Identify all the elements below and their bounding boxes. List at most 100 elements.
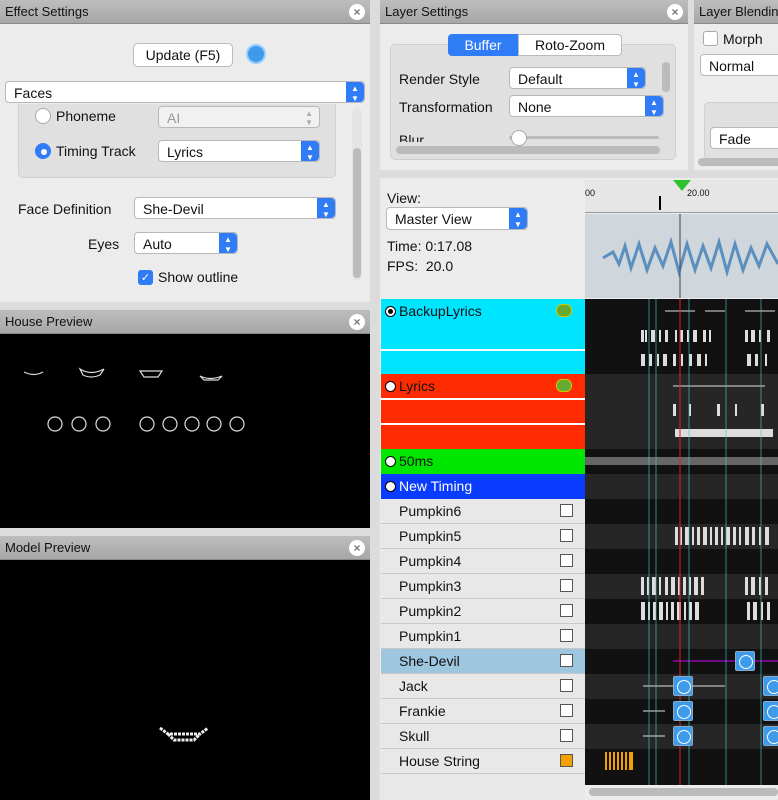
face-definition-select[interactable]: She-Devil ▲ ▼ <box>134 197 336 219</box>
close-icon[interactable]: × <box>349 540 365 556</box>
waveform-drawing <box>602 214 778 298</box>
model-row-label: Frankie <box>399 703 446 719</box>
effect-settings-title: Effect Settings <box>0 0 370 24</box>
show-outline-label: Show outline <box>158 269 239 285</box>
frog-icon <box>556 304 572 317</box>
horizontal-scrollbar[interactable] <box>698 158 778 166</box>
timing-radio[interactable] <box>385 456 396 467</box>
layer-settings-panel: Layer Settings × Buffer Roto-Zoom Render… <box>380 0 688 170</box>
model-checkbox[interactable] <box>560 679 573 692</box>
model-row-label: She-Devil <box>399 653 460 669</box>
effect-grid[interactable] <box>585 299 778 785</box>
model-checkbox[interactable] <box>560 529 573 542</box>
transformation-select[interactable]: None ▲ ▼ <box>509 95 664 117</box>
model-checkbox[interactable] <box>560 604 573 617</box>
model-checkbox[interactable] <box>560 754 573 767</box>
timing-radio[interactable] <box>385 306 396 317</box>
face-effect-icon[interactable] <box>763 676 778 696</box>
waveform[interactable] <box>585 214 778 298</box>
face-icon[interactable] <box>246 44 266 64</box>
model-row-selected[interactable]: She-Devil <box>381 649 585 674</box>
vertical-scrollbar[interactable] <box>352 108 362 280</box>
house-preview-canvas[interactable] <box>0 334 370 528</box>
horizontal-scrollbar[interactable] <box>585 785 778 800</box>
fade-value: Fade <box>719 131 751 147</box>
model-checkbox[interactable] <box>560 554 573 567</box>
model-checkbox[interactable] <box>560 654 573 667</box>
model-checkbox[interactable] <box>560 729 573 742</box>
face-effect-icon[interactable] <box>673 676 693 696</box>
blend-mode-value: Normal <box>709 58 755 74</box>
play-marker-icon[interactable] <box>673 180 691 191</box>
timing-radio[interactable] <box>385 381 396 392</box>
render-style-select[interactable]: Default ▲ ▼ <box>509 67 646 89</box>
model-preview-canvas[interactable] <box>0 560 370 800</box>
scrollbar-thumb[interactable] <box>589 788 778 796</box>
face-effect-icon[interactable] <box>763 726 778 746</box>
show-outline-checkbox[interactable]: ✓ <box>138 270 153 285</box>
effect-type-select[interactable]: Faces ▲ ▼ <box>5 81 365 103</box>
model-checkbox[interactable] <box>560 629 573 642</box>
blur-slider[interactable] <box>509 136 659 139</box>
effect-settings-panel: Effect Settings × Update (F5) Faces ▲ ▼ P… <box>0 0 370 302</box>
morph-checkbox[interactable] <box>703 31 718 46</box>
model-checkbox[interactable] <box>560 579 573 592</box>
morph-label: Morph <box>723 31 763 47</box>
close-icon[interactable]: × <box>349 4 365 20</box>
phoneme-radio[interactable] <box>35 108 51 124</box>
effect-type-value: Faces <box>14 85 53 101</box>
model-row-label: Pumpkin4 <box>399 553 462 569</box>
face-effect-icon[interactable] <box>673 726 693 746</box>
vertical-scrollbar[interactable] <box>662 62 670 92</box>
tab-roto-zoom[interactable]: Roto-Zoom <box>518 34 622 56</box>
view-select[interactable]: Master View ▲ ▼ <box>386 207 528 230</box>
timing-row-lyrics[interactable]: Lyrics <box>381 374 585 449</box>
model-checkbox[interactable] <box>560 704 573 717</box>
model-row[interactable]: House String <box>381 749 585 774</box>
scrollbar-thumb[interactable] <box>353 148 361 278</box>
blur-label: Blur <box>399 132 424 142</box>
chevron-updown-icon: ▲ ▼ <box>301 141 319 161</box>
update-button[interactable]: Update (F5) <box>133 43 233 67</box>
model-row[interactable]: Pumpkin6 <box>381 499 585 524</box>
timing-track-radio[interactable] <box>35 143 51 159</box>
model-row[interactable]: Skull <box>381 724 585 749</box>
model-row-label: Pumpkin5 <box>399 528 462 544</box>
timing-row-50ms[interactable]: 50ms <box>381 449 585 474</box>
model-row[interactable]: Pumpkin4 <box>381 549 585 574</box>
model-preview-panel: Model Preview × <box>0 536 370 800</box>
timeline-ruler[interactable]: 00 20.00 <box>585 180 778 213</box>
horizontal-scrollbar[interactable] <box>396 146 660 154</box>
frog-icon <box>556 379 572 392</box>
fade-select[interactable]: Fade <box>710 127 778 149</box>
face-effect-icon[interactable] <box>673 701 693 721</box>
face-definition-label: Face Definition <box>18 201 112 217</box>
timing-row-new-timing[interactable]: New Timing <box>381 474 585 499</box>
model-checkbox[interactable] <box>560 504 573 517</box>
model-row[interactable]: Pumpkin1 <box>381 624 585 649</box>
house-preview-drawing <box>23 367 245 432</box>
timing-row-backuplyrics[interactable]: BackupLyrics <box>381 299 585 374</box>
model-row[interactable]: Pumpkin3 <box>381 574 585 599</box>
timing-track-select[interactable]: Lyrics ▲ ▼ <box>158 140 320 162</box>
face-definition-value: She-Devil <box>143 201 204 217</box>
blur-slider-thumb[interactable] <box>511 130 527 146</box>
blend-mode-select[interactable]: Normal <box>700 54 778 76</box>
phoneme-select[interactable]: AI ▲ ▼ <box>158 106 320 128</box>
model-row-label: Skull <box>399 728 430 744</box>
face-effect-icon[interactable] <box>735 651 755 671</box>
close-icon[interactable]: × <box>667 4 683 20</box>
eyes-select[interactable]: Auto ▲ ▼ <box>134 232 238 254</box>
model-row[interactable]: Frankie <box>381 699 585 724</box>
model-row-label: Jack <box>399 678 428 694</box>
timing-radio[interactable] <box>385 481 396 492</box>
model-row[interactable]: Jack <box>381 674 585 699</box>
model-row[interactable]: Pumpkin5 <box>381 524 585 549</box>
model-row[interactable]: Pumpkin2 <box>381 599 585 624</box>
close-icon[interactable]: × <box>349 314 365 330</box>
start-marker-icon[interactable] <box>659 196 669 210</box>
chevron-updown-icon: ▲ ▼ <box>509 208 527 229</box>
face-effect-icon[interactable] <box>763 701 778 721</box>
tab-buffer[interactable]: Buffer <box>448 34 518 56</box>
chevron-updown-icon: ▲ ▼ <box>305 109 313 127</box>
